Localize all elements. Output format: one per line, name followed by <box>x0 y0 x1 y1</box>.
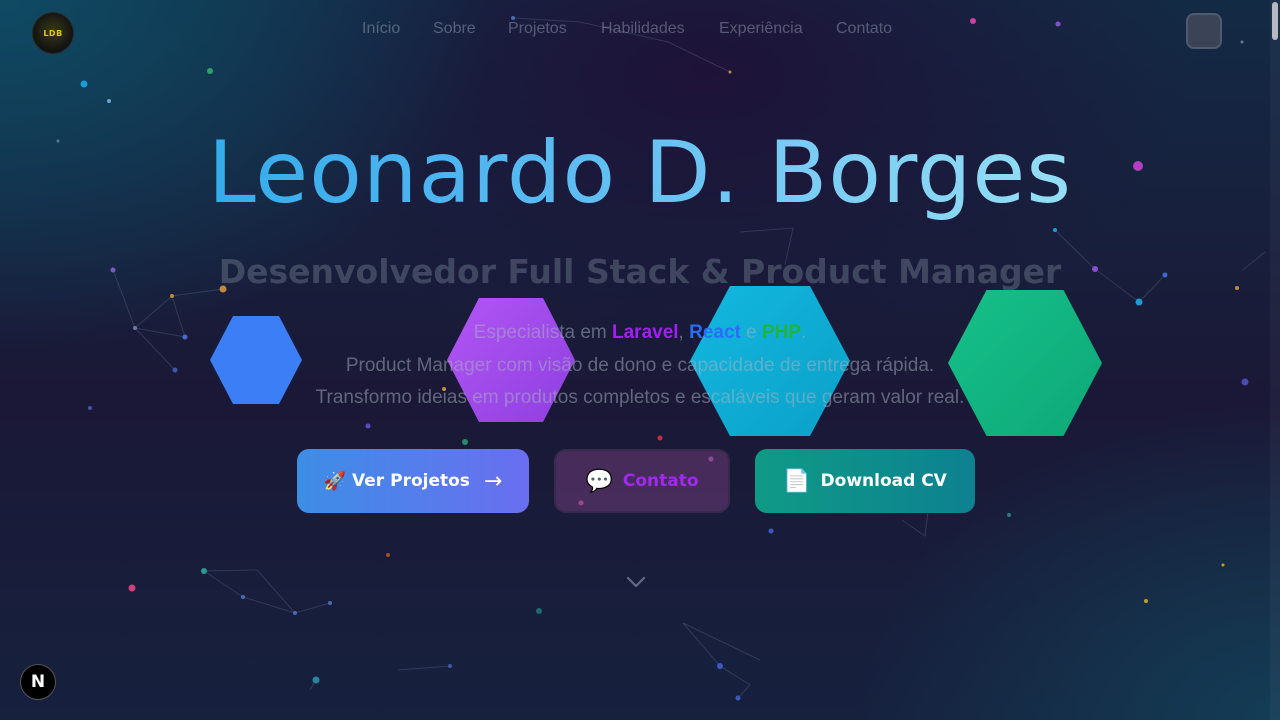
nav-item-habilidades[interactable]: Habilidades <box>601 20 685 38</box>
chevron-down-icon[interactable] <box>625 574 647 590</box>
specialist-prefix: Especialista em <box>473 322 612 343</box>
nav-item-experiencia[interactable]: Experiência <box>719 20 803 38</box>
hero-role: Desenvolvedor Full Stack & Product Manag… <box>218 252 1062 291</box>
nav-item-inicio[interactable]: Início <box>362 20 400 38</box>
download-cv-button[interactable]: 📄 Download CV <box>755 449 975 513</box>
hero-description-line3: Transformo ideias em produtos completos … <box>315 387 965 408</box>
keyword-php: PHP <box>761 322 802 343</box>
view-projects-button[interactable]: 🚀 Ver Projetos → <box>297 449 529 513</box>
contact-button[interactable]: 💬 Contato <box>554 449 730 513</box>
main-nav: Início Sobre Projetos Habilidades Experi… <box>0 20 1280 44</box>
separator-and: e <box>740 322 762 343</box>
nav-item-sobre[interactable]: Sobre <box>433 20 476 38</box>
nav-item-projetos[interactable]: Projetos <box>508 20 567 38</box>
next-logo-icon[interactable]: N <box>20 664 56 700</box>
separator-comma: , <box>678 322 690 343</box>
document-icon: 📄 <box>783 468 811 494</box>
rocket-icon: 🚀 <box>323 470 347 492</box>
speech-bubble-icon: 💬 <box>585 468 613 494</box>
download-cv-label: Download CV <box>820 471 947 491</box>
period: . <box>801 322 807 343</box>
theme-toggle-button[interactable] <box>1186 13 1222 49</box>
hero-specialties: Especialista em Laravel, React e PHP. <box>0 322 1280 344</box>
keyword-laravel: Laravel <box>612 322 679 343</box>
hero-description-line2: Product Manager com visão de dono e capa… <box>345 355 935 376</box>
view-projects-label: Ver Projetos <box>352 471 470 491</box>
contact-label: Contato <box>622 471 699 491</box>
keyword-react: React <box>689 322 741 343</box>
arrow-right-icon: → <box>483 468 503 494</box>
nav-item-contato[interactable]: Contato <box>836 20 892 38</box>
next-badge-text: N <box>30 672 46 692</box>
hero-name: Leonardo D. Borges <box>0 118 1280 228</box>
